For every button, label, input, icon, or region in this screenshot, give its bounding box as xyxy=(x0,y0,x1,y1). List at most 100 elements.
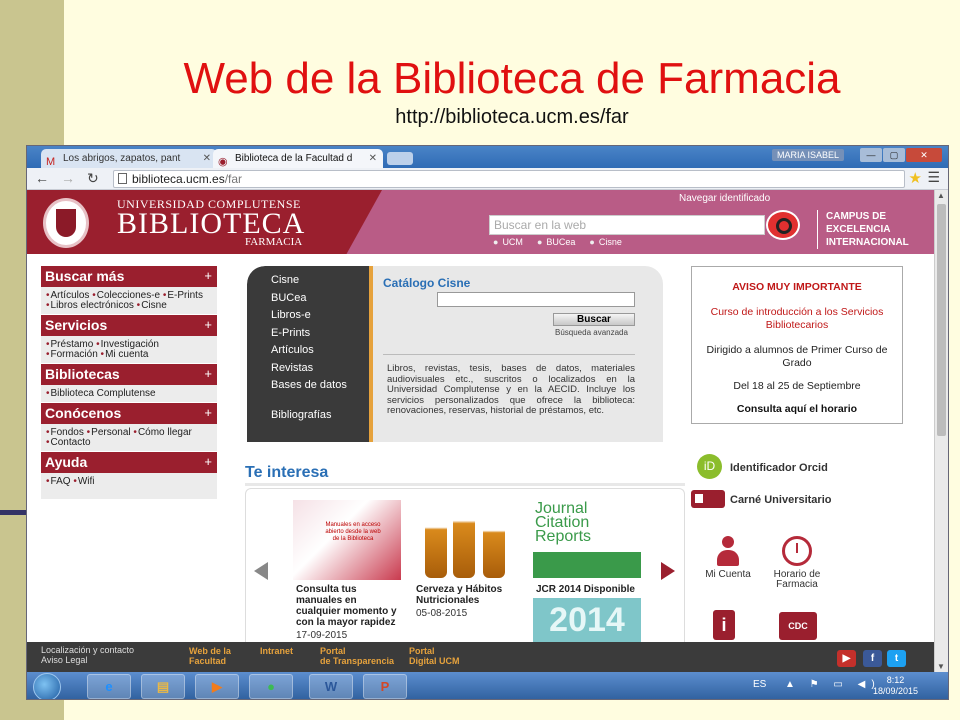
scope-cisne[interactable]: Cisne xyxy=(589,237,622,247)
catalog-menu-item[interactable]: Artículos xyxy=(247,342,373,360)
scope-bucea[interactable]: BUCea xyxy=(537,237,575,247)
carousel-next-icon[interactable] xyxy=(661,562,675,580)
close-tab-icon[interactable]: ✕ xyxy=(369,149,377,168)
tray-icons[interactable]: ▲ ⚑ ▭ ◀) xyxy=(785,679,881,690)
search-button[interactable] xyxy=(766,210,800,240)
bookmark-star-icon[interactable]: ★ xyxy=(909,169,922,187)
tab-biblioteca[interactable]: ◉ Biblioteca de la Facultad d ✕ xyxy=(213,149,383,168)
sidebar-section-buscar[interactable]: Buscar más + xyxy=(41,266,217,287)
taskbar-clock[interactable]: 8:12 18/09/2015 xyxy=(873,675,918,697)
sidebar-link[interactable]: E-Prints xyxy=(163,290,203,301)
catalog-menu-item[interactable]: E-Prints xyxy=(247,325,373,343)
scroll-thumb[interactable] xyxy=(937,204,946,436)
catalog-menu-item[interactable]: BUCea xyxy=(247,290,373,308)
expand-icon[interactable]: + xyxy=(204,317,212,332)
sidebar-link[interactable]: Mi cuenta xyxy=(101,349,149,360)
section-title: Ayuda xyxy=(45,454,88,470)
footer-link-intranet[interactable]: Intranet xyxy=(260,646,293,656)
footer-link-portal-digital[interactable]: Portal Digital UCM xyxy=(409,646,460,666)
news-card[interactable]: Manuales en acceso abierto desde la web … xyxy=(293,500,401,642)
start-button-icon[interactable] xyxy=(33,673,61,699)
news-title: JCR 2014 Disponible xyxy=(536,584,635,595)
catalog-menu-item[interactable]: Cisne xyxy=(247,272,373,290)
sidebar-links: Artículos Colecciones-e E-Prints Libros … xyxy=(41,287,217,314)
sidebar-link[interactable]: Formación xyxy=(46,349,98,360)
catalog-menu-item[interactable]: Revistas xyxy=(247,360,373,378)
sidebar-link[interactable]: Contacto xyxy=(46,437,91,448)
catalog-menu-item[interactable]: Libros-e xyxy=(247,307,373,325)
tab-label: Los abrigos, zapatos, pant xyxy=(63,153,181,164)
expand-icon[interactable]: + xyxy=(204,366,212,381)
sidebar-section-bibliotecas[interactable]: Bibliotecas + xyxy=(41,364,217,385)
header-brand[interactable]: UNIVERSIDAD COMPLUTENSE BIBLIOTECA FARMA… xyxy=(27,190,382,254)
reload-icon[interactable]: ↻ xyxy=(87,170,99,187)
campus-excelencia-logo[interactable]: CAMPUS DE EXCELENCIA INTERNACIONAL xyxy=(817,210,909,249)
expand-icon[interactable]: + xyxy=(204,454,212,469)
chrome-icon[interactable]: ● xyxy=(249,674,293,699)
expand-icon[interactable]: + xyxy=(204,405,212,420)
news-card[interactable]: Cerveza y Hábitos Nutricionales 05-08-20… xyxy=(413,500,521,642)
sidebar-link[interactable]: Libros electrónicos xyxy=(46,300,134,311)
sidebar-link[interactable]: FAQ xyxy=(46,476,71,487)
facebook-icon[interactable]: f xyxy=(863,650,882,667)
catalog-search-button[interactable]: Buscar xyxy=(553,313,635,326)
sidebar-link[interactable]: Cisne xyxy=(137,300,167,311)
advanced-search-link[interactable]: Búsqueda avanzada xyxy=(555,328,628,337)
login-link[interactable]: Navegar identificado xyxy=(679,193,770,204)
media-player-icon[interactable]: ▶ xyxy=(195,674,239,699)
back-icon[interactable]: ← xyxy=(35,170,49,186)
sidebar-section-ayuda[interactable]: Ayuda + xyxy=(41,452,217,473)
site-search-input[interactable]: Buscar en la web xyxy=(489,215,765,235)
card-link[interactable]: Carné Universitario xyxy=(730,494,831,506)
hours-link[interactable]: Horario de Farmacia xyxy=(762,570,832,590)
browser-user-badge[interactable]: MARIA ISABEL xyxy=(772,149,845,161)
forward-icon[interactable]: → xyxy=(61,170,75,186)
carousel-prev-icon[interactable] xyxy=(254,562,268,580)
catalog-search-input[interactable] xyxy=(437,292,635,307)
menu-icon[interactable]: ☰ xyxy=(927,169,940,186)
clock-icon[interactable] xyxy=(782,536,812,566)
scroll-down-icon[interactable]: ▼ xyxy=(937,662,945,671)
cdc-icon[interactable]: CDC xyxy=(779,612,817,640)
powerpoint-icon[interactable]: P xyxy=(363,674,407,699)
sidebar-link[interactable]: Cómo llegar xyxy=(133,427,191,438)
catalog-menu-item[interactable]: Bibliografías xyxy=(247,407,373,425)
notice-schedule-link[interactable]: Consulta aquí el horario xyxy=(692,403,902,416)
scroll-up-icon[interactable]: ▲ xyxy=(937,191,945,200)
tab-gmail[interactable]: M Los abrigos, zapatos, pant ✕ xyxy=(41,149,217,168)
new-tab-button[interactable] xyxy=(387,152,413,165)
footer-link-facultad[interactable]: Web de la Facultad xyxy=(189,646,231,666)
orcid-link[interactable]: Identificador Orcid xyxy=(730,462,828,474)
expand-icon[interactable]: + xyxy=(204,268,212,283)
sidebar-link[interactable]: Biblioteca Complutense xyxy=(46,388,156,399)
scope-ucm[interactable]: UCM xyxy=(493,237,523,247)
sidebar-section-conocenos[interactable]: Conócenos + xyxy=(41,403,217,424)
page-scrollbar[interactable]: ▲ ▼ xyxy=(934,190,948,672)
maximize-button[interactable]: ▢ xyxy=(883,148,905,162)
legal-link[interactable]: Aviso Legal xyxy=(41,655,134,665)
word-icon[interactable]: W xyxy=(309,674,353,699)
window-controls: — ▢ ✕ xyxy=(860,148,942,162)
internet-explorer-icon[interactable]: e xyxy=(87,674,131,699)
youtube-icon[interactable]: ▶ xyxy=(837,650,856,667)
address-input[interactable]: biblioteca.ucm.es/far xyxy=(113,170,905,188)
info-icon[interactable]: i xyxy=(713,610,735,640)
user-account-icon[interactable] xyxy=(717,536,739,566)
footer-link-transparencia[interactable]: Portal de Transparencia xyxy=(320,646,394,666)
sidebar-link[interactable]: Personal xyxy=(87,427,131,438)
page-icon xyxy=(118,173,127,184)
orcid-icon[interactable]: iD xyxy=(697,454,722,479)
catalog-menu-item[interactable]: Bases de datos xyxy=(247,377,373,407)
id-card-icon[interactable] xyxy=(691,490,725,508)
minimize-button[interactable]: — xyxy=(860,148,882,162)
contact-link[interactable]: Localización y contacto xyxy=(41,645,134,655)
twitter-icon[interactable]: t xyxy=(887,650,906,667)
account-link[interactable]: Mi Cuenta xyxy=(693,570,763,580)
file-explorer-icon[interactable]: ▤ xyxy=(141,674,185,699)
news-card[interactable]: Journal Citation Reports JCR 2014 Dispon… xyxy=(533,500,641,642)
close-window-button[interactable]: ✕ xyxy=(906,148,942,162)
close-tab-icon[interactable]: ✕ xyxy=(203,149,211,168)
sidebar-section-servicios[interactable]: Servicios + xyxy=(41,315,217,336)
language-indicator[interactable]: ES xyxy=(753,679,766,690)
sidebar-link[interactable]: Wifi xyxy=(73,476,94,487)
